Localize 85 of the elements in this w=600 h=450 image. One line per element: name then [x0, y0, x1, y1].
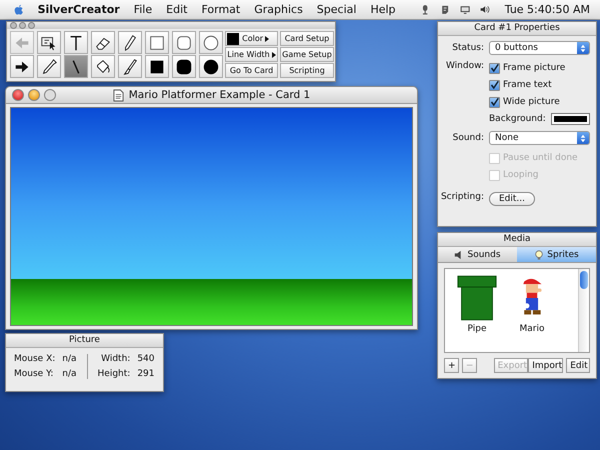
tool-button[interactable] — [172, 55, 196, 78]
pipe-sprite-drawing[interactable] — [457, 275, 497, 321]
updown-icon — [580, 44, 586, 52]
media-button[interactable]: + — [444, 358, 459, 373]
tool-button[interactable] — [145, 31, 169, 54]
sprite-name: Pipe — [468, 324, 486, 334]
checkbox-option[interactable]: Frame text — [489, 78, 590, 92]
field-value: n/a — [62, 369, 77, 379]
tool-button[interactable] — [10, 55, 34, 78]
menu-item[interactable]: Format — [201, 3, 240, 16]
checkbox[interactable] — [489, 62, 500, 74]
updown-icon — [580, 134, 586, 142]
field-label: Mouse X: — [14, 354, 56, 364]
apple-icon[interactable] — [14, 2, 24, 17]
tool-button[interactable] — [64, 55, 88, 78]
brush-tool-icon — [121, 58, 139, 76]
field-label: Height: — [98, 369, 130, 379]
menu-item[interactable]: Edit — [166, 3, 188, 16]
script-icon[interactable] — [440, 3, 450, 16]
filloval-tool-icon — [202, 58, 220, 76]
field-value: 540 — [137, 354, 155, 364]
tool-button[interactable] — [118, 55, 142, 78]
color-well[interactable] — [550, 113, 590, 125]
menu-item[interactable]: Special — [316, 3, 356, 16]
checkbox-option[interactable]: Wide picture — [489, 95, 590, 109]
line-width-button[interactable]: Line Width — [225, 47, 278, 62]
submenu-arrow-icon — [272, 52, 276, 58]
sound-dropdown[interactable]: None — [489, 131, 590, 145]
sound-label: Sound: — [452, 133, 484, 143]
media-button[interactable]: Import — [528, 358, 564, 373]
go-to-card-button[interactable]: Go To Card — [225, 63, 278, 78]
rect-tool-icon — [148, 34, 166, 52]
lightbulb-icon — [534, 250, 544, 260]
oval-tool-icon — [202, 34, 220, 52]
fillroundrect-tool-icon — [175, 58, 193, 76]
menu-item[interactable]: File — [134, 3, 152, 16]
document-icon — [112, 88, 124, 102]
close-button[interactable] — [12, 89, 24, 101]
media-tab[interactable]: Sounds — [438, 247, 517, 262]
panel-title: Media — [438, 233, 596, 247]
tool-button[interactable] — [118, 31, 142, 54]
setup-button[interactable]: Scripting — [280, 63, 334, 78]
minimize-button[interactable] — [28, 89, 40, 101]
field-label: Mouse Y: — [14, 369, 54, 379]
tool-button[interactable] — [37, 55, 61, 78]
panel-title: Picture — [6, 334, 163, 348]
submenu-arrow-icon — [265, 36, 269, 42]
media-tab[interactable]: Sprites — [517, 247, 596, 262]
fillrect-tool-icon — [148, 58, 166, 76]
tool-button[interactable] — [199, 55, 223, 78]
bucket-tool-icon — [94, 58, 112, 76]
scroll-bar[interactable] — [578, 269, 589, 352]
field-value: 291 — [137, 369, 155, 379]
tool-button[interactable] — [91, 31, 115, 54]
panel-title: Card #1 Properties — [438, 22, 596, 36]
checkbox[interactable] — [489, 96, 500, 108]
edit-script-button[interactable]: Edit... — [489, 192, 536, 206]
field-value: n/a — [62, 354, 77, 364]
background-label: Background: — [489, 114, 546, 124]
zoom-button[interactable] — [44, 89, 56, 101]
scripting-label: Scripting: — [440, 192, 484, 202]
menu-item[interactable]: Help — [370, 3, 396, 16]
tool-button[interactable] — [145, 55, 169, 78]
color-button[interactable]: Color — [225, 31, 278, 46]
sprite-name: Mario — [520, 324, 544, 334]
setup-button[interactable]: Game Setup — [280, 47, 334, 62]
checkbox-option[interactable]: Frame picture — [489, 61, 590, 75]
tool-button[interactable] — [64, 31, 88, 54]
menu-item[interactable]: Graphics — [254, 3, 303, 16]
media-button[interactable]: Edit — [566, 358, 590, 373]
tool-button[interactable] — [37, 31, 61, 54]
window-label: Window: — [444, 61, 484, 71]
tool-button[interactable] — [199, 31, 223, 54]
window-title: Mario Platformer Example - Card 1 — [128, 89, 310, 101]
tool-button[interactable] — [91, 55, 115, 78]
roundrect-tool-icon — [175, 34, 193, 52]
setup-button[interactable]: Card Setup — [280, 31, 334, 46]
status-label: Status: — [451, 43, 484, 53]
checkbox[interactable] — [489, 80, 500, 90]
tool-button[interactable] — [172, 31, 196, 54]
field-label: Width: — [100, 354, 130, 364]
dropper-tool-icon — [40, 58, 58, 76]
app-menu[interactable]: SilverCreator — [38, 3, 120, 16]
status-dropdown[interactable]: 0 buttons — [489, 41, 590, 55]
menu-clock: Tue 5:40:50 AM — [504, 3, 590, 16]
